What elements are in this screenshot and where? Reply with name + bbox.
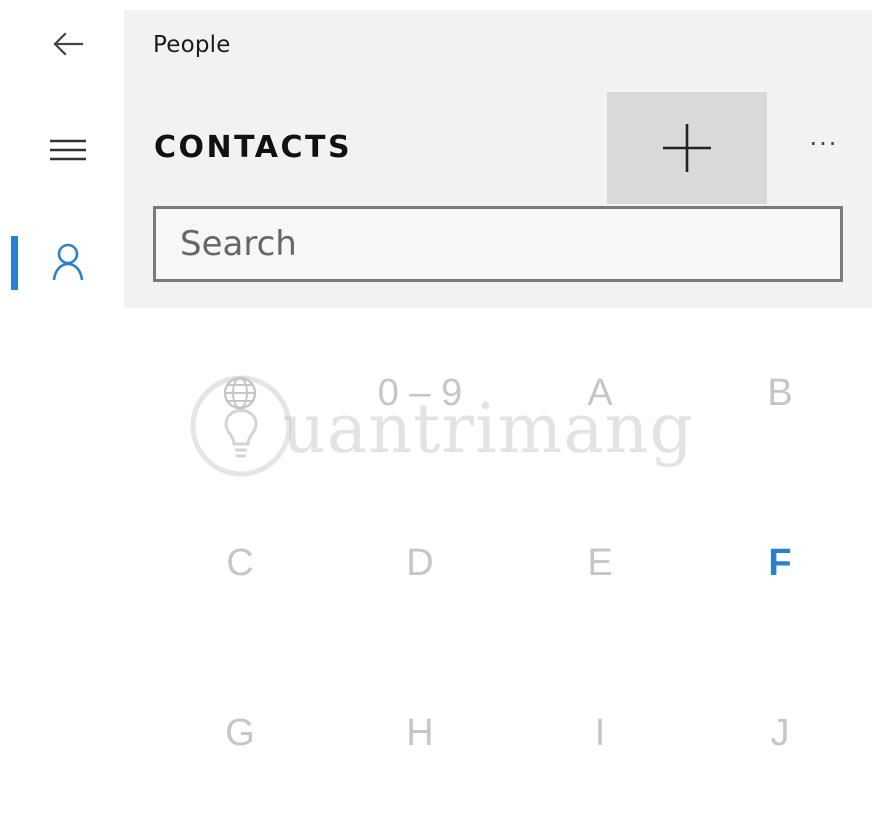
jump-globe[interactable] — [150, 338, 330, 448]
jump-a[interactable]: A — [510, 338, 690, 448]
jump-f[interactable]: F — [690, 508, 870, 618]
more-icon: ··· — [809, 130, 839, 158]
alphabet-jump-list: 0 – 9 A B C D E F G H I J — [150, 338, 870, 818]
person-icon — [52, 243, 84, 281]
search-box[interactable] — [153, 206, 843, 282]
globe-icon — [223, 376, 257, 410]
jump-g[interactable]: G — [150, 678, 330, 788]
app-title: People — [153, 32, 231, 58]
nav-rail — [0, 0, 124, 836]
hamburger-menu-icon — [50, 139, 86, 161]
jump-h[interactable]: H — [330, 678, 510, 788]
people-app-window: People CONTACTS ··· uantrimang — [0, 0, 872, 836]
contacts-header: People CONTACTS ··· — [124, 10, 872, 308]
search-input[interactable] — [156, 209, 840, 279]
jump-d[interactable]: D — [330, 508, 510, 618]
selected-indicator — [11, 236, 18, 290]
jump-c[interactable]: C — [150, 508, 330, 618]
more-options-button[interactable]: ··· — [788, 122, 860, 174]
back-arrow-icon — [53, 32, 84, 56]
jump-e[interactable]: E — [510, 508, 690, 618]
hamburger-menu-button[interactable] — [36, 122, 100, 178]
add-contact-button[interactable] — [607, 92, 767, 204]
page-title: CONTACTS — [154, 130, 353, 165]
jump-b[interactable]: B — [690, 338, 870, 448]
plus-icon — [663, 124, 711, 172]
jump-0-9[interactable]: 0 – 9 — [330, 338, 510, 448]
nav-people-button[interactable] — [36, 234, 100, 290]
jump-j[interactable]: J — [690, 678, 870, 788]
back-button[interactable] — [36, 16, 100, 72]
jump-i[interactable]: I — [510, 678, 690, 788]
